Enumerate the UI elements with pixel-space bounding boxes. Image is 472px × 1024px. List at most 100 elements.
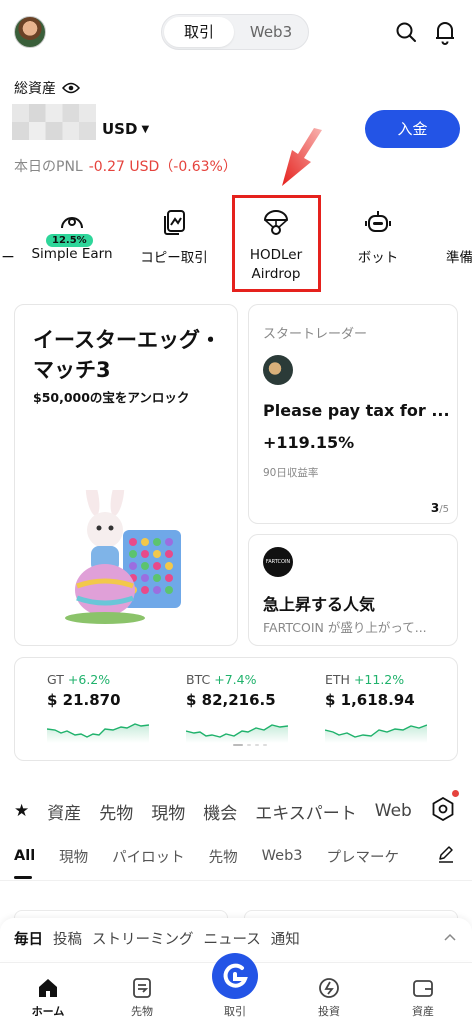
ticker-price: $ 82,216.5 xyxy=(186,691,276,709)
currency-label: USD xyxy=(102,120,138,138)
filter-pilot[interactable]: パイロット xyxy=(112,846,185,867)
trending-title: 急上昇する人気 xyxy=(263,595,376,614)
filter-tabs: All 現物 パイロット 先物 Web3 プレマーケ xyxy=(14,845,423,867)
sparkline-gt xyxy=(47,723,149,743)
mode-switch[interactable]: 取引 Web3 xyxy=(161,14,309,50)
star-trader-label: スタートレーダー xyxy=(263,327,368,342)
ticker-change: +6.2% xyxy=(67,672,111,687)
ticker-symbol: ETH xyxy=(325,672,350,687)
caret-down-icon: ▼ xyxy=(141,123,150,135)
quick-item-simple-earn[interactable]: 12.5% Simple Earn xyxy=(24,208,120,262)
filter-web3[interactable]: Web3 xyxy=(262,848,303,864)
carousel-dots xyxy=(233,744,267,746)
nav-home[interactable]: ホーム xyxy=(13,977,83,1019)
ticker-price: $ 1,618.94 xyxy=(325,691,415,709)
star-trader-card[interactable]: スタートレーダー Please pay tax for ... +119.15%… xyxy=(248,304,458,524)
dot xyxy=(247,744,251,746)
avatar[interactable] xyxy=(14,16,46,48)
ticker-btc[interactable]: BTC +7.4% $ 82,216.5 xyxy=(186,672,316,743)
news-tab-daily[interactable]: 毎日 xyxy=(14,928,43,949)
dot xyxy=(233,744,243,746)
filter-premarket[interactable]: プレマーケ xyxy=(327,846,400,867)
bottom-nav: ホーム 先物 取引 投資 資産 xyxy=(0,953,472,1024)
tab-web[interactable]: Web xyxy=(375,801,412,821)
dot xyxy=(255,744,259,746)
nav-invest[interactable]: 投資 xyxy=(294,977,364,1019)
pnl-row: 本日のPNL -0.27 USD（-0.63%） xyxy=(14,156,237,176)
ticker-symbol: BTC xyxy=(186,672,211,687)
quick-label: ボット xyxy=(357,250,399,266)
nav-label: ホーム xyxy=(31,1005,65,1018)
news-tab-posts[interactable]: 投稿 xyxy=(53,928,82,949)
quick-item-reserve[interactable]: 準備 xyxy=(424,208,472,266)
sparkline-btc xyxy=(186,724,288,743)
ticker-name-row: ETH +11.2% xyxy=(325,672,455,687)
nav-label: 先物 xyxy=(131,1005,153,1018)
pager-total: /5 xyxy=(439,504,449,515)
nav-label: 資産 xyxy=(412,1005,434,1018)
news-tabs: 毎日 投稿 ストリーミング ニュース 通知 xyxy=(14,928,300,949)
news-tab-news[interactable]: ニュース xyxy=(204,928,261,949)
star-icon[interactable]: ★ xyxy=(14,801,29,821)
promo-subtitle: $50,000の宝をアンロック xyxy=(33,390,190,405)
eye-icon[interactable] xyxy=(62,82,80,94)
deposit-button[interactable]: 入金 xyxy=(365,110,460,148)
market-tabs: ★ 資産 先物 現物 機会 エキスパート Web xyxy=(14,798,430,824)
filter-all[interactable]: All xyxy=(14,848,35,864)
pager: 3/5 xyxy=(431,501,449,515)
tab-assets[interactable]: 資産 xyxy=(47,799,81,824)
currency-selector[interactable]: USD ▼ xyxy=(102,120,149,138)
trader-return-label: 90日収益率 xyxy=(263,467,319,479)
tab-web3[interactable]: Web3 xyxy=(236,17,306,47)
nav-assets[interactable]: 資産 xyxy=(388,977,458,1019)
nav-label: 投資 xyxy=(318,1005,340,1018)
fartcoin-logo: FARTCOIN xyxy=(263,547,293,577)
quick-item-bot[interactable]: ボット xyxy=(330,208,426,266)
red-arrow-icon xyxy=(282,128,322,186)
tab-trade[interactable]: 取引 xyxy=(164,17,234,47)
active-tab-underline xyxy=(14,876,32,879)
notification-dot xyxy=(452,790,459,797)
ticker-name-row: BTC +7.4% xyxy=(186,672,316,687)
earn-badge: 12.5% xyxy=(46,234,93,247)
filter-futures[interactable]: 先物 xyxy=(209,846,238,867)
pager-current: 3 xyxy=(430,501,440,515)
chevron-up-icon[interactable] xyxy=(444,932,456,942)
promo-card[interactable]: イースターエッグ・マッチ3 $50,000の宝をアンロック xyxy=(14,304,238,646)
partial-icon xyxy=(0,208,22,236)
ticker-change: +7.4% xyxy=(214,672,257,687)
ticker-change: +11.2% xyxy=(353,672,405,687)
ticker-name-row: GT +6.2% xyxy=(47,672,177,687)
news-tab-streaming[interactable]: ストリーミング xyxy=(92,928,194,949)
highlight-box xyxy=(232,195,321,292)
tab-opportunity[interactable]: 機会 xyxy=(203,799,237,824)
ticker-eth[interactable]: ETH +11.2% $ 1,618.94 xyxy=(325,672,455,743)
sparkline-eth xyxy=(325,724,427,743)
promo-title: イースターエッグ・マッチ3 xyxy=(33,328,221,382)
quick-label: 準備 xyxy=(446,250,472,266)
wallet-icon xyxy=(413,980,433,997)
tab-spot[interactable]: 現物 xyxy=(151,799,185,824)
search-icon[interactable] xyxy=(394,20,418,44)
bot-icon xyxy=(365,211,391,232)
pencil-icon[interactable] xyxy=(437,845,455,863)
trending-card[interactable]: FARTCOIN 急上昇する人気 FARTCOIN が盛り上がって... xyxy=(248,534,458,646)
total-assets-label: 総資産 xyxy=(14,78,80,98)
trending-subtitle: FARTCOIN が盛り上がって... xyxy=(263,620,427,635)
bell-icon[interactable] xyxy=(433,19,457,45)
trade-button[interactable] xyxy=(212,953,258,999)
dot xyxy=(263,744,267,746)
filter-spot[interactable]: 現物 xyxy=(59,846,88,867)
settings-hex-icon[interactable] xyxy=(432,797,454,821)
futures-icon xyxy=(133,978,151,998)
easter-bunny-illustration xyxy=(65,490,181,624)
news-tab-notifications[interactable]: 通知 xyxy=(271,928,300,949)
tab-futures[interactable]: 先物 xyxy=(99,799,133,824)
top-bar: 取引 Web3 xyxy=(0,14,472,54)
quick-item-copy-trade[interactable]: コピー取引 xyxy=(126,208,222,266)
tab-expert[interactable]: エキスパート xyxy=(255,799,357,824)
divider xyxy=(0,880,472,881)
ticker-symbol: GT xyxy=(47,672,64,687)
ticker-gt[interactable]: GT +6.2% $ 21.870 xyxy=(47,672,177,743)
nav-futures[interactable]: 先物 xyxy=(107,977,177,1019)
